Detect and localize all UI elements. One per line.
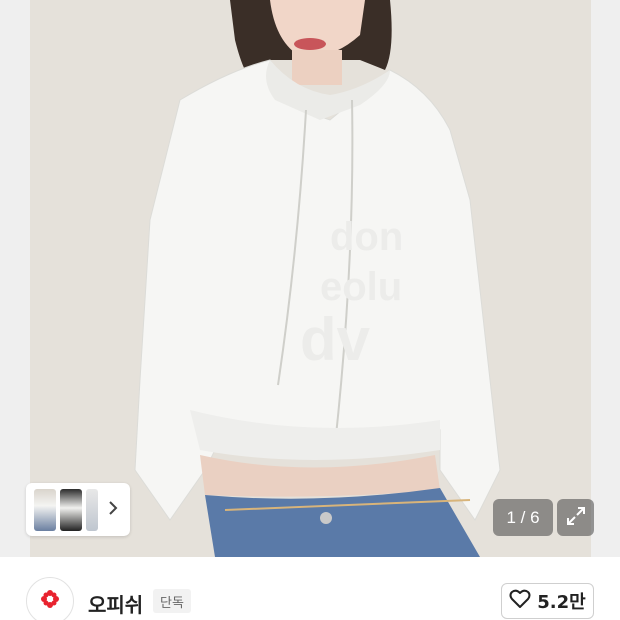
product-image-gallery[interactable]: don eolu dv 1 / 6 [0, 0, 620, 557]
exclusive-badge: 단독 [153, 589, 191, 613]
brand-bar: 오피쉬 단독 5.2만 [0, 557, 620, 620]
thumbnail-1[interactable] [34, 488, 56, 531]
brand-logo[interactable] [26, 577, 74, 620]
svg-text:eolu: eolu [320, 265, 402, 309]
brand-name[interactable]: 오피쉬 [88, 589, 143, 618]
model-illustration: don eolu dv [30, 0, 591, 557]
chevron-right-icon[interactable] [108, 500, 118, 519]
like-count: 5.2만 [537, 592, 586, 613]
product-photo[interactable]: don eolu dv [30, 0, 591, 557]
heart-icon [509, 589, 531, 613]
svg-text:dv: dv [300, 306, 371, 373]
thumbnail-3[interactable] [86, 488, 98, 531]
brand-logo-icon [40, 589, 60, 613]
thumbnail-2[interactable] [60, 488, 82, 531]
expand-button[interactable] [557, 499, 594, 536]
like-button[interactable]: 5.2만 [501, 583, 594, 619]
image-counter: 1 / 6 [493, 499, 553, 536]
expand-icon [566, 506, 586, 530]
thumbnail-strip[interactable] [26, 483, 130, 536]
svg-text:don: don [330, 215, 403, 259]
